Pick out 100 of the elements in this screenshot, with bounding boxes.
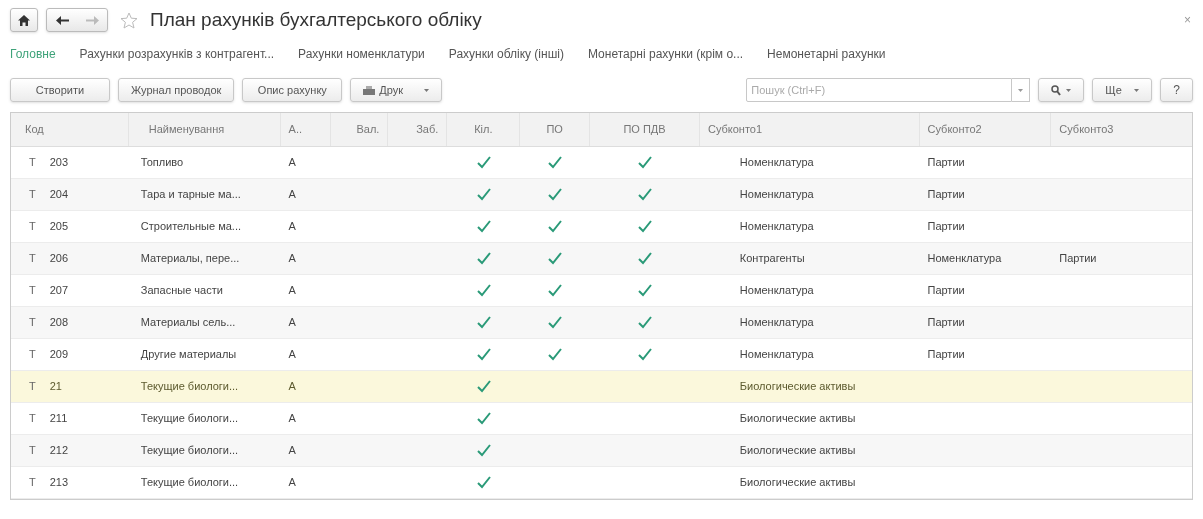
table-cell-text: А <box>288 219 296 235</box>
column-header[interactable]: Заб. <box>416 121 439 138</box>
table-cell-text: Топливо <box>140 155 184 171</box>
dropdown-caret-icon <box>1134 88 1140 92</box>
table-cell-text: Партии <box>927 219 965 235</box>
dropdown-caret-icon <box>424 88 430 92</box>
table-cell-text: Партии <box>927 315 965 331</box>
table-cell-text: Номенклатура <box>739 155 814 171</box>
column-header[interactable]: Субконто1 <box>707 121 763 138</box>
table-cell-text: Номенклатура <box>927 251 1002 267</box>
search-field[interactable]: Пошук (Ctrl+F) <box>746 78 1013 102</box>
account-type-mark: Т <box>29 187 36 203</box>
account-code: 21 <box>49 379 62 395</box>
table-cell-text: Запасные части <box>140 283 223 299</box>
toolbar-button[interactable]: Опис рахунку <box>242 78 343 102</box>
table-cell-text: А <box>288 315 296 331</box>
table-cell-text: Строительные ма... <box>140 219 241 235</box>
column-header[interactable]: ПО ПДВ <box>623 121 666 138</box>
dropdown-caret-icon <box>1018 88 1024 92</box>
table-cell-text: Номенклатура <box>739 219 814 235</box>
account-code: 206 <box>49 251 69 267</box>
table-cell-text: Партии <box>927 155 965 171</box>
table-cell-text: Материалы, пере... <box>140 251 240 267</box>
column-header[interactable]: Субконто3 <box>1059 121 1114 138</box>
table-cell-text: Биологические активы <box>739 379 856 395</box>
account-code: 212 <box>49 443 69 459</box>
tab[interactable]: Рахунки розрахунків з контрагент... <box>79 45 275 63</box>
table-cell-text: А <box>288 379 296 395</box>
account-type-mark: Т <box>29 283 36 299</box>
column-header[interactable]: А.. <box>288 121 302 138</box>
table-cell-text: А <box>288 443 296 459</box>
table-cell-text: Тара и тарные ма... <box>140 187 241 203</box>
home-button[interactable] <box>10 8 38 32</box>
account-type-mark: Т <box>29 347 36 363</box>
table-cell-text: Номенклатура <box>739 283 814 299</box>
column-header[interactable]: Кіл. <box>474 121 493 138</box>
account-code: 208 <box>49 315 69 331</box>
left-arrow-icon <box>55 15 69 25</box>
account-code: 211 <box>49 411 68 427</box>
account-type-mark: Т <box>29 155 36 171</box>
print-button[interactable]: Друк <box>350 78 443 102</box>
search-icon <box>1051 84 1062 96</box>
table-cell-text: А <box>288 155 296 171</box>
account-type-mark: Т <box>29 411 36 427</box>
home-icon <box>18 14 30 26</box>
table-cell-text: Текущие биологи... <box>140 443 239 459</box>
tab[interactable]: Монетарні рахунки (крім о... <box>587 45 744 63</box>
close-button[interactable]: × <box>1184 11 1191 29</box>
column-header[interactable]: Субконто2 <box>927 121 982 138</box>
table-cell-text: А <box>288 283 296 299</box>
star-icon[interactable] <box>120 11 138 29</box>
column-header[interactable]: ПО <box>546 121 563 138</box>
table-cell-text: Материалы сель... <box>140 315 236 331</box>
table-cell-text: Партии <box>927 283 965 299</box>
table-cell-text: Текущие биологи... <box>140 475 239 491</box>
table-cell-text: А <box>288 187 296 203</box>
account-type-mark: Т <box>29 251 36 267</box>
table-cell-text: Контрагенты <box>739 251 805 267</box>
account-code: 203 <box>49 155 69 171</box>
table-cell-text: А <box>288 411 296 427</box>
account-type-mark: Т <box>29 315 36 331</box>
more-button[interactable]: Ще <box>1092 78 1153 102</box>
table-cell-text: Номенклатура <box>739 347 814 363</box>
window-title: План рахунків бухгалтерського обліку <box>150 7 482 32</box>
printer-icon <box>363 85 376 95</box>
table-cell-text: А <box>288 347 296 363</box>
dropdown-caret-icon <box>1066 88 1072 92</box>
help-button[interactable]: ? <box>1160 78 1193 102</box>
account-code: 207 <box>49 283 69 299</box>
account-type-mark: Т <box>29 219 36 235</box>
right-arrow-icon <box>85 15 99 25</box>
table-cell-text: Биологические активы <box>739 475 856 491</box>
account-code: 213 <box>49 475 69 491</box>
table-cell-text: Номенклатура <box>739 315 814 331</box>
table-cell-text: Текущие биологи... <box>140 411 239 427</box>
table-cell-text: Номенклатура <box>739 187 814 203</box>
tab[interactable]: Головне <box>10 45 56 63</box>
table-cell-text: Партии <box>927 347 965 363</box>
account-type-mark: Т <box>29 443 36 459</box>
column-header[interactable]: Найменування <box>148 121 225 138</box>
tab[interactable]: Рахунки обліку (інші) <box>448 45 564 63</box>
search-button[interactable] <box>1038 78 1085 102</box>
account-type-mark: Т <box>29 475 36 491</box>
account-type-mark: Т <box>29 379 36 395</box>
table-cell-text: Партии <box>1059 251 1097 267</box>
table-cell-text: Партии <box>927 187 965 203</box>
table-cell-text: А <box>288 251 296 267</box>
table-cell-text: А <box>288 475 296 491</box>
account-code: 209 <box>49 347 69 363</box>
toolbar-button[interactable]: Створити <box>10 78 110 102</box>
column-header[interactable]: Вал. <box>356 121 380 138</box>
account-code: 204 <box>49 187 69 203</box>
table-cell-text: Текущие биологи... <box>140 379 239 395</box>
toolbar-button[interactable]: Журнал проводок <box>118 78 235 102</box>
tab[interactable]: Немонетарні рахунки <box>767 45 886 63</box>
column-header[interactable]: Код <box>25 121 44 138</box>
table-cell-text: Другие материалы <box>140 347 237 363</box>
account-code: 205 <box>49 219 69 235</box>
table-cell-text: Биологические активы <box>739 443 856 459</box>
tab[interactable]: Рахунки номенклатури <box>298 45 425 63</box>
